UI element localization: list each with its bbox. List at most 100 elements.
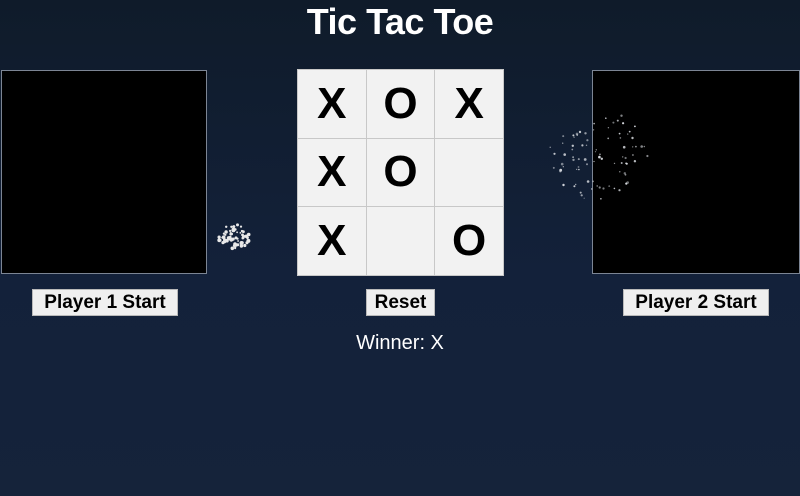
particle: [245, 241, 249, 245]
particle: [586, 163, 588, 166]
particle: [234, 247, 237, 250]
particle: [229, 232, 232, 235]
particle: [576, 168, 578, 170]
particle: [575, 132, 579, 136]
board-cell-8[interactable]: [366, 207, 435, 275]
particle: [571, 144, 574, 147]
particle: [243, 243, 247, 248]
particle: [581, 144, 584, 147]
particle: [239, 241, 244, 245]
particle: [229, 233, 232, 236]
board-cell-5[interactable]: O: [366, 138, 435, 207]
particle: [223, 238, 227, 242]
particle: [246, 238, 251, 243]
reset-button[interactable]: Reset: [366, 289, 435, 316]
particle: [579, 191, 582, 194]
particle: [246, 232, 251, 237]
particle: [234, 228, 237, 231]
particle: [217, 238, 222, 243]
particle: [562, 135, 565, 138]
player1-start-button[interactable]: Player 1 Start: [32, 289, 178, 316]
board-cell-7[interactable]: X: [298, 207, 366, 275]
particle: [241, 236, 245, 240]
particle: [236, 231, 239, 234]
particle: [583, 158, 587, 161]
particle: [224, 233, 227, 236]
particle: [231, 237, 235, 241]
particle: [228, 235, 232, 239]
particle: [236, 243, 240, 247]
particle: [562, 142, 564, 144]
particle: [223, 238, 226, 241]
particle: [580, 194, 583, 197]
particle: [572, 134, 575, 137]
board-cell-3[interactable]: X: [435, 70, 503, 138]
particle: [571, 148, 574, 151]
particle: [239, 225, 243, 228]
particle: [242, 230, 245, 234]
particle: [217, 235, 221, 239]
board-cell-6[interactable]: [435, 138, 503, 207]
particle: [234, 236, 238, 240]
particle: [578, 130, 582, 134]
particle: [225, 238, 229, 243]
board-cell-1[interactable]: X: [298, 70, 366, 138]
particle: [236, 237, 239, 240]
particle: [586, 180, 590, 183]
particle: [241, 241, 244, 245]
particle: [559, 168, 563, 172]
particle: [237, 240, 240, 242]
particle: [218, 238, 222, 242]
particle: [229, 235, 232, 239]
particle: [222, 239, 227, 244]
particle-cluster-small: [217, 223, 251, 251]
particle: [572, 158, 575, 162]
particle: [233, 242, 237, 246]
player1-video-panel: [1, 70, 207, 274]
particle: [559, 170, 562, 173]
particle: [230, 225, 233, 228]
particle: [246, 241, 249, 245]
particle: [234, 243, 238, 247]
player2-start-button[interactable]: Player 2 Start: [623, 289, 769, 316]
particle: [231, 228, 236, 233]
particle: [562, 166, 564, 168]
particle: [241, 233, 244, 237]
particle: [562, 183, 565, 187]
particle: [222, 232, 225, 235]
particle: [230, 246, 235, 251]
particle: [231, 227, 236, 232]
particle: [575, 183, 577, 186]
particle: [553, 152, 556, 155]
game-board: X O X X O X O: [297, 69, 504, 276]
particle: [549, 146, 551, 148]
particle: [583, 197, 585, 199]
particle: [243, 235, 246, 238]
particle: [227, 236, 232, 241]
particle: [221, 236, 224, 239]
particle: [584, 132, 587, 135]
particle: [244, 234, 249, 239]
particle: [572, 156, 574, 159]
particle: [225, 225, 228, 228]
particle: [577, 158, 580, 161]
particle: [221, 235, 226, 239]
board-cell-9[interactable]: O: [435, 207, 503, 275]
particle: [586, 139, 589, 142]
particle: [239, 232, 242, 234]
particle: [221, 241, 225, 245]
board-cell-2[interactable]: O: [366, 70, 435, 138]
particle: [224, 230, 228, 234]
particle: [552, 166, 555, 169]
particle: [240, 229, 244, 233]
particle: [239, 244, 244, 248]
particle: [229, 237, 234, 242]
particle: [234, 246, 237, 249]
particle: [246, 236, 249, 240]
board-cell-4[interactable]: X: [298, 138, 366, 207]
particle: [236, 223, 239, 227]
particle: [573, 136, 575, 138]
particle: [560, 162, 564, 166]
particle: [230, 232, 234, 236]
particle: [232, 225, 236, 229]
